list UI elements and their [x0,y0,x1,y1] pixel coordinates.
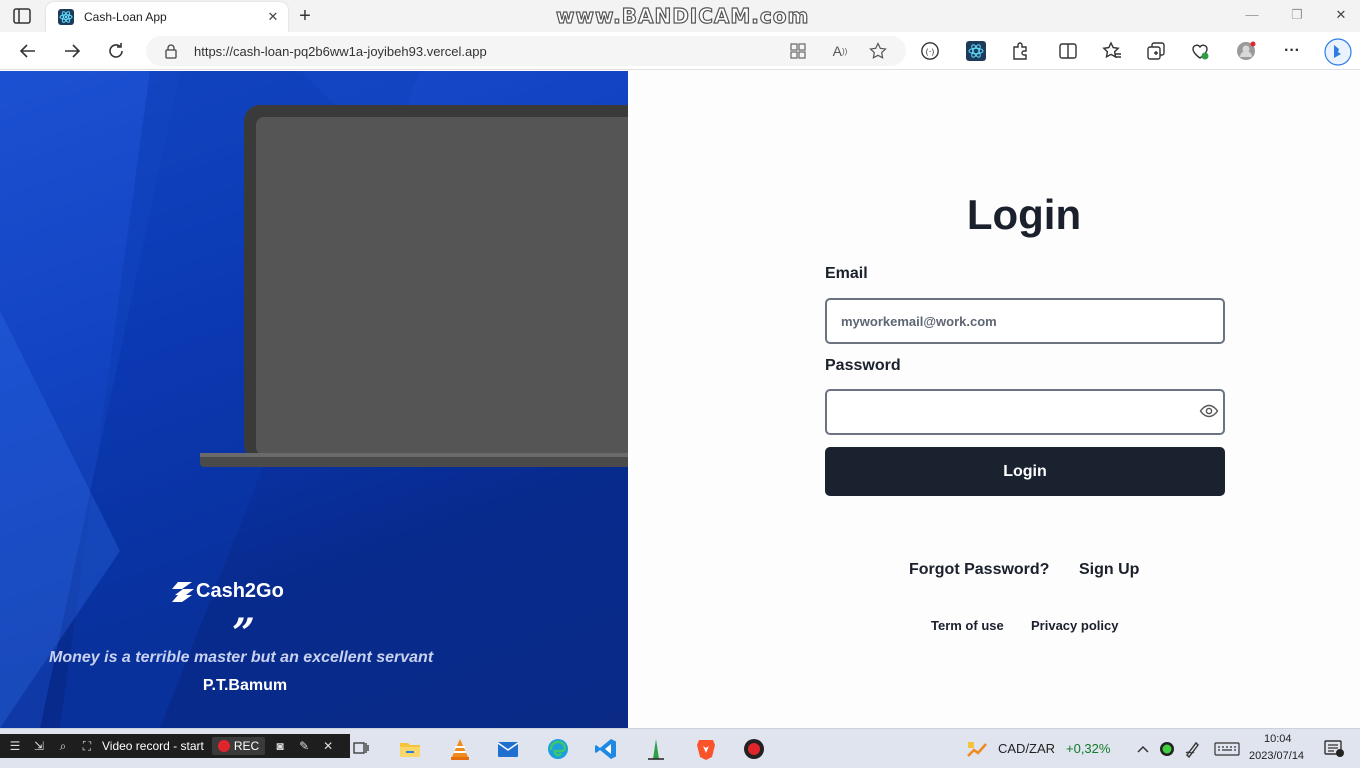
email-label: Email [825,265,868,282]
vlc-icon[interactable] [448,737,472,761]
profile-avatar-icon[interactable] [1236,41,1256,61]
more-menu-icon[interactable]: ··· [1282,41,1302,61]
task-view-icon[interactable] [352,739,370,757]
privacy-policy-link[interactable]: Privacy policy [1031,618,1118,633]
clock-time[interactable]: 10:04 [1264,733,1292,745]
bandicam-record-icon[interactable] [742,737,766,761]
show-password-eye-icon[interactable] [1199,401,1219,421]
browser-tab-strip: Cash-Loan App ✕ + www.BANDICAM.com — ❐ ✕ [0,0,1360,32]
back-icon[interactable] [18,41,38,61]
vscode-icon[interactable] [594,737,618,761]
close-window-icon[interactable]: ✕ [1334,8,1348,22]
notifications-icon[interactable] [1324,740,1344,758]
camera-icon[interactable]: ◙ [271,737,289,755]
fx-change-value: +0,32% [1066,741,1111,756]
file-explorer-icon[interactable] [398,737,422,761]
rec-button[interactable]: REC [211,737,266,755]
fullscreen-select-icon[interactable]: ⛶ [78,737,96,755]
new-tab-icon[interactable]: + [296,6,314,26]
edge-browser-icon[interactable] [546,737,570,761]
lock-icon[interactable] [164,43,178,59]
collections-icon[interactable] [1146,41,1166,61]
terms-of-use-link[interactable]: Term of use [931,618,1004,633]
windows-taskbar: ☰ ⇲ ⌕ ⛶ Video record - start REC ◙ ✎ ✕ C… [0,728,1360,768]
read-aloud-icon[interactable]: A)) [830,41,850,61]
address-bar[interactable]: https://cash-loan-pq2b6ww1a-joyibeh93.ve… [146,36,906,66]
zoom-search-icon[interactable]: ⌕ [54,737,72,755]
page-title: Login [966,191,1082,238]
email-field-wrapper [825,298,1225,344]
password-label: Password [825,357,901,374]
rec-label: REC [233,739,260,753]
browser-essentials-icon[interactable] [1190,41,1210,61]
login-button[interactable]: Login [825,447,1225,496]
favorite-star-icon[interactable] [868,41,888,61]
close-icon[interactable]: ✕ [319,737,337,755]
brand-name: Cash2Go [196,580,284,602]
tab-title: Cash-Loan App [84,10,167,24]
menu-icon[interactable]: ☰ [6,737,24,755]
browser-tab-active[interactable]: Cash-Loan App ✕ [46,2,288,32]
extensions-puzzle-icon[interactable] [1010,41,1030,61]
show-hidden-icons-chevron-icon[interactable] [1134,740,1152,758]
password-field-wrapper [825,389,1225,435]
password-field[interactable] [827,391,1223,433]
close-tab-icon[interactable]: ✕ [266,10,280,24]
quote-text: Money is a terrible master but an excell… [49,649,434,666]
record-dot-icon [217,740,230,752]
hero-background-art [0,71,628,728]
restore-icon[interactable]: ❐ [1290,8,1304,22]
bing-copilot-icon[interactable] [1324,38,1352,66]
svg-text:(·): (·) [926,47,935,57]
laptop-screen [256,117,628,455]
extension-circle-icon[interactable]: (·) [920,41,940,61]
brand-logo: Cash2Go [172,580,284,603]
email-field[interactable] [827,300,1223,342]
bandicam-watermark: www.BANDICAM.com [555,3,810,28]
brave-browser-icon[interactable] [694,737,718,761]
minimize-icon[interactable]: — [1245,8,1259,22]
react-devtools-icon[interactable] [966,41,986,61]
pen-workspace-icon[interactable] [1184,740,1202,758]
bandicam-status-label: Video record - start [102,739,204,753]
quote-author: P.T.Bamum [202,677,288,694]
react-favicon-icon [58,9,74,25]
app-available-icon[interactable] [788,41,808,61]
bandicam-toolbar: ☰ ⇲ ⌕ ⛶ Video record - start REC ◙ ✎ ✕ [0,734,350,758]
refresh-icon[interactable] [106,41,126,61]
clock-date[interactable]: 2023/07/14 [1249,750,1304,762]
login-panel: Login Email Password Login Forgot Passwo… [628,71,1360,728]
chart-app-icon[interactable] [644,737,668,761]
stock-widget-icon[interactable] [966,738,988,760]
favorites-icon[interactable] [1102,41,1122,61]
split-screen-icon[interactable] [1058,41,1078,61]
cash2go-logo-icon [172,581,194,602]
keyboard-icon[interactable] [1214,740,1240,758]
sidebar-toggle-icon[interactable] [13,8,31,24]
quote-mark-icon: ” [232,610,256,657]
forgot-password-link[interactable]: Forgot Password? [909,561,1049,579]
hero-panel: Cash2Go ” Money is a terrible master but… [0,71,628,728]
screen-region-icon[interactable]: ⇲ [30,737,48,755]
sign-up-link[interactable]: Sign Up [1079,561,1139,579]
browser-toolbar: https://cash-loan-pq2b6ww1a-joyibeh93.ve… [0,32,1360,70]
status-green-dot-icon[interactable] [1158,740,1176,758]
mail-icon[interactable] [496,737,520,761]
forward-icon[interactable] [62,41,82,61]
pen-icon[interactable]: ✎ [295,737,313,755]
url-text: https://cash-loan-pq2b6ww1a-joyibeh93.ve… [194,44,487,59]
fx-pair-label[interactable]: CAD/ZAR [998,741,1055,756]
